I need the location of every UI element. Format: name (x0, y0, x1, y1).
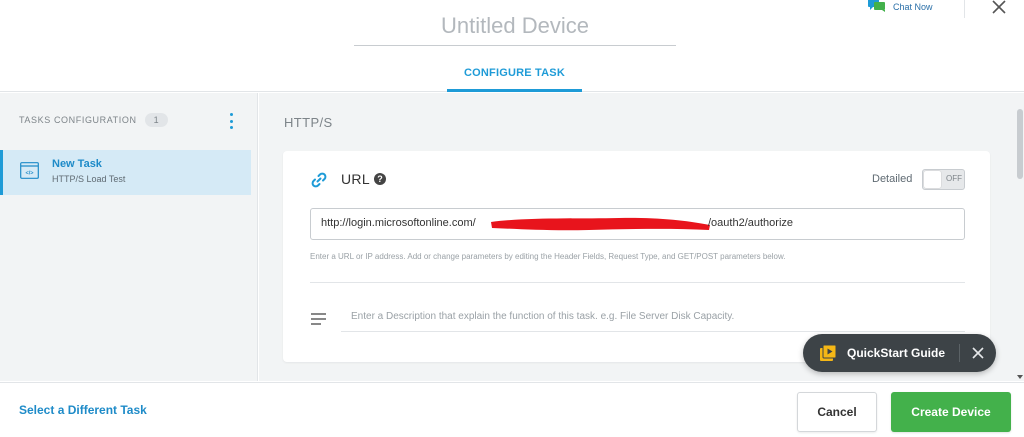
http-monitor-icon: </> (20, 162, 39, 179)
tab-configure-task[interactable]: CONFIGURE TASK (447, 58, 582, 92)
url-input[interactable]: http://login.microsoftonline.com/ /oauth… (310, 208, 965, 240)
video-play-icon (820, 345, 836, 361)
header-divider (964, 0, 965, 18)
quickstart-label: QuickStart Guide (847, 346, 946, 360)
quickstart-guide-button[interactable]: QuickStart Guide (803, 334, 996, 372)
tasks-header: TASKS CONFIGURATION 1 (19, 113, 168, 127)
task-name: New Task (52, 158, 102, 170)
redaction-mark (491, 217, 710, 231)
kebab-menu-icon[interactable] (226, 113, 236, 129)
header: Untitled Device Chat Now CONFIGURE TASK (0, 0, 1024, 92)
tasks-sidebar: TASKS CONFIGURATION 1 </> New Task HTTP/… (0, 93, 258, 381)
close-icon[interactable] (990, 0, 1008, 16)
sidebar-item-new-task[interactable]: </> New Task HTTP/S Load Test (0, 150, 251, 195)
text-lines-icon (311, 313, 326, 325)
create-device-button[interactable]: Create Device (891, 392, 1011, 432)
cancel-button[interactable]: Cancel (797, 392, 877, 432)
help-icon[interactable]: ? (374, 173, 386, 185)
card-divider (310, 282, 965, 283)
svg-text:</>: </> (26, 171, 34, 177)
url-value-suffix: /oauth2/authorize (708, 217, 794, 229)
close-icon[interactable] (971, 346, 985, 360)
section-title: HTTP/S (284, 115, 333, 130)
link-icon (311, 172, 327, 188)
quickstart-separator (959, 344, 960, 362)
scroll-thumb[interactable] (1017, 109, 1023, 179)
tasks-count-badge: 1 (144, 113, 168, 127)
toggle-knob (924, 171, 941, 188)
toggle-state: OFF (946, 174, 962, 183)
url-hint: Enter a URL or IP address. Add or change… (310, 252, 786, 261)
scroll-down-arrow[interactable] (1017, 375, 1023, 379)
description-placeholder: Enter a Description that explain the fun… (351, 311, 735, 322)
url-value-prefix: http://login.microsoftonline.com/ (321, 217, 476, 229)
url-label: URL (341, 171, 370, 187)
main-scrollbar[interactable] (1016, 93, 1024, 381)
tasks-section-label: TASKS CONFIGURATION (19, 115, 137, 125)
device-title-input[interactable]: Untitled Device (354, 8, 676, 46)
chat-bubbles-icon (868, 0, 885, 12)
detailed-toggle[interactable]: OFF (922, 169, 965, 190)
select-different-task-link[interactable]: Select a Different Task (19, 403, 147, 417)
chat-now-button[interactable]: Chat Now (868, 0, 933, 14)
chat-now-label: Chat Now (893, 2, 933, 12)
detailed-label: Detailed (872, 173, 913, 185)
description-input[interactable]: Enter a Description that explain the fun… (341, 304, 965, 332)
url-card: URL ? Detailed OFF http://login.microsof… (283, 151, 990, 362)
task-type: HTTP/S Load Test (52, 174, 126, 184)
footer: Select a Different Task Cancel Create De… (0, 382, 1024, 437)
